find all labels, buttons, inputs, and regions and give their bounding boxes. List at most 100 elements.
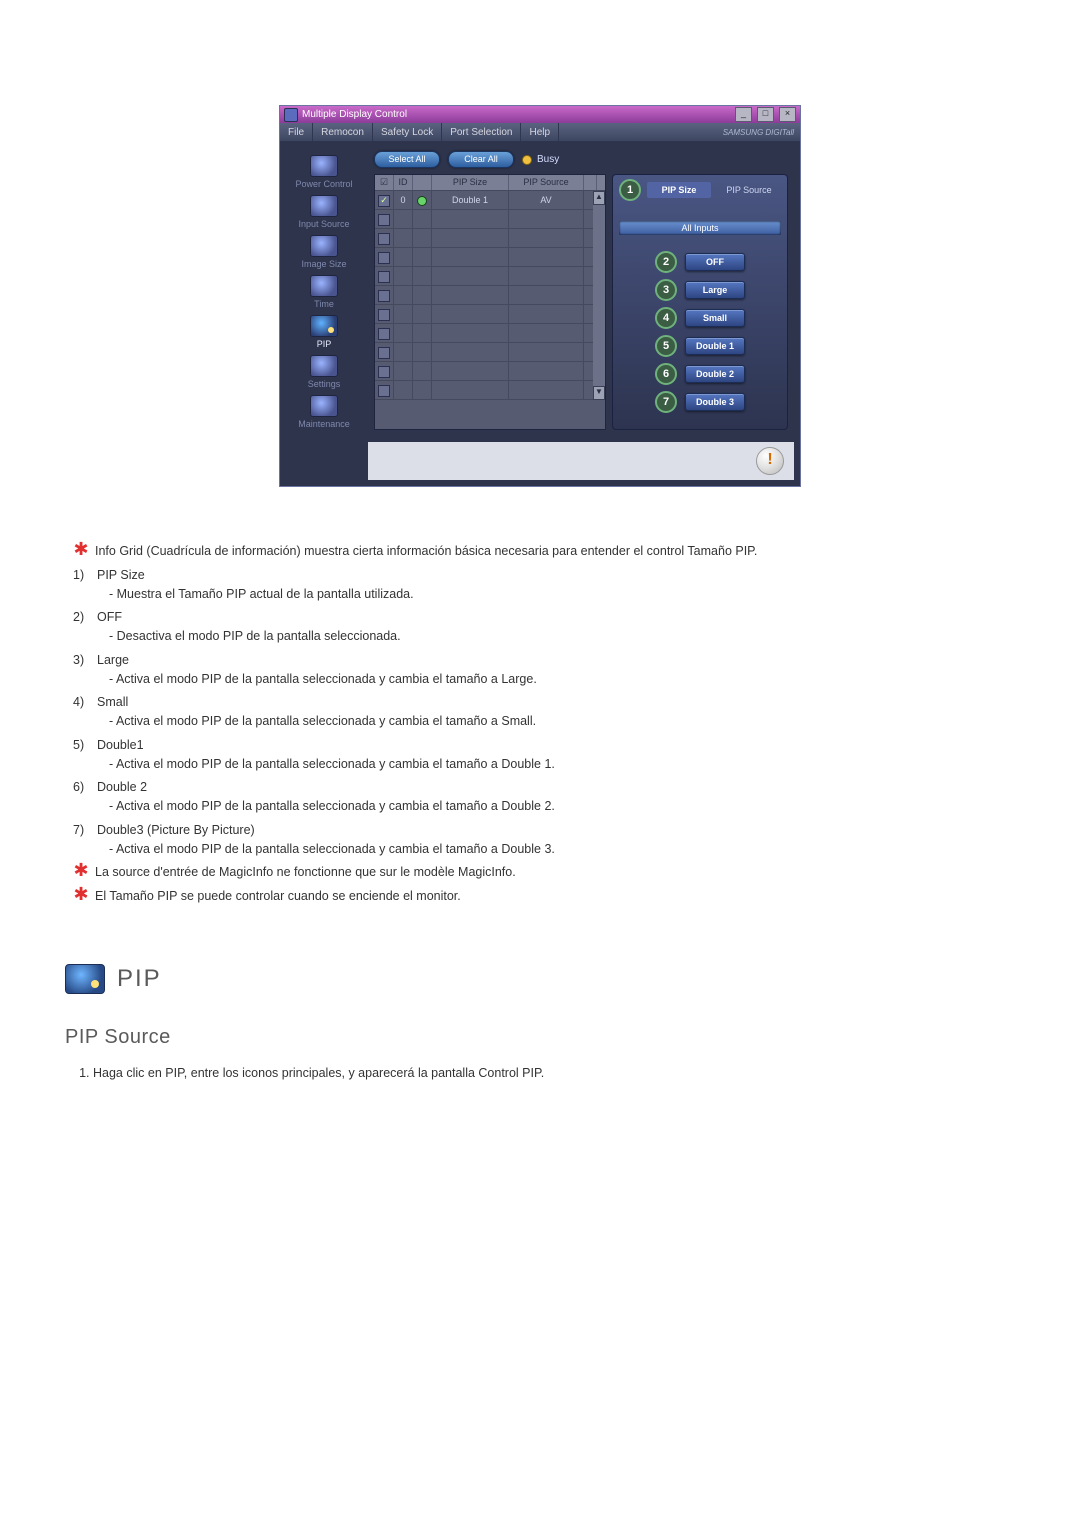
row-checkbox[interactable] <box>378 195 390 207</box>
sidebar-item-input-source[interactable]: Input Source <box>280 193 368 231</box>
table-row[interactable] <box>375 267 593 286</box>
row-checkbox-cell[interactable] <box>375 324 394 342</box>
row-checkbox[interactable] <box>378 385 390 397</box>
col-header-pip-source[interactable]: PIP Source <box>509 175 584 190</box>
window-maximize-button[interactable]: □ <box>757 107 774 122</box>
row-pip-size <box>432 229 509 247</box>
row-checkbox[interactable] <box>378 214 390 226</box>
pip-size-option-button[interactable]: Double 2 <box>685 365 745 383</box>
sidebar-item-power-control[interactable]: Power Control <box>280 153 368 191</box>
table-row[interactable] <box>375 324 593 343</box>
table-row[interactable] <box>375 381 593 400</box>
menu-help[interactable]: Help <box>521 123 559 141</box>
pip-option-row: 3Large <box>619 279 781 301</box>
col-header-check[interactable]: ☑ <box>375 175 394 190</box>
table-row[interactable] <box>375 210 593 229</box>
tab-pip-size[interactable]: PIP Size <box>647 182 711 198</box>
menu-safety-lock[interactable]: Safety Lock <box>373 123 442 141</box>
row-checkbox[interactable] <box>378 347 390 359</box>
sidebar-item-label: PIP <box>280 339 368 349</box>
row-pip-size <box>432 362 509 380</box>
sidebar-item-pip[interactable]: PIP <box>280 313 368 351</box>
row-checkbox-cell[interactable] <box>375 191 394 209</box>
sidebar-item-maintenance[interactable]: Maintenance <box>280 393 368 431</box>
doc-item-marker: 1) <box>73 566 84 585</box>
pip-size-option-button[interactable]: Small <box>685 309 745 327</box>
row-checkbox-cell[interactable] <box>375 381 394 399</box>
row-checkbox[interactable] <box>378 290 390 302</box>
row-checkbox-cell[interactable] <box>375 267 394 285</box>
sidebar-item-time[interactable]: Time <box>280 273 368 311</box>
mdc-app-window: Multiple Display Control _ □ × File Remo… <box>279 105 801 487</box>
row-id <box>394 343 413 361</box>
row-status <box>413 191 432 209</box>
scroll-down-button[interactable]: ▼ <box>593 386 605 400</box>
row-checkbox-cell[interactable] <box>375 286 394 304</box>
table-row[interactable] <box>375 248 593 267</box>
sidebar-item-label: Input Source <box>280 219 368 229</box>
scroll-up-button[interactable]: ▲ <box>593 191 605 205</box>
select-all-button[interactable]: Select All <box>374 151 440 168</box>
row-status <box>413 210 432 228</box>
table-row[interactable] <box>375 229 593 248</box>
busy-indicator: Busy <box>522 154 559 165</box>
window-minimize-button[interactable]: _ <box>735 107 752 122</box>
pip-option-row: 5Double 1 <box>619 335 781 357</box>
clear-all-button[interactable]: Clear All <box>448 151 514 168</box>
row-checkbox-cell[interactable] <box>375 229 394 247</box>
sidebar-item-settings[interactable]: Settings <box>280 353 368 391</box>
grid-scrollbar[interactable]: ▲ ▼ <box>593 191 605 400</box>
row-checkbox[interactable] <box>378 366 390 378</box>
doc-item-sub: - Activa el modo PIP de la pantalla sele… <box>97 840 1015 859</box>
table-row[interactable]: 0Double 1AV <box>375 191 593 210</box>
input-icon <box>310 195 338 217</box>
toolbar: Select All Clear All Busy <box>368 147 794 168</box>
row-status <box>413 286 432 304</box>
window-titlebar[interactable]: Multiple Display Control _ □ × <box>280 106 800 123</box>
row-id <box>394 210 413 228</box>
footnote-1: ✱ La source d'entrée de MagicInfo ne fon… <box>65 863 1015 882</box>
col-header-id[interactable]: ID <box>394 175 413 190</box>
alert-icon[interactable]: ! <box>756 447 784 475</box>
scroll-track[interactable] <box>593 205 605 386</box>
row-checkbox[interactable] <box>378 252 390 264</box>
row-checkbox[interactable] <box>378 309 390 321</box>
menu-remocon[interactable]: Remocon <box>313 123 373 141</box>
table-row[interactable] <box>375 286 593 305</box>
info-grid: ☑ ID PIP Size PIP Source 0Double 1AV ▲ <box>374 174 606 430</box>
sidebar-item-image-size[interactable]: Image Size <box>280 233 368 271</box>
row-status <box>413 229 432 247</box>
pip-size-option-button[interactable]: Double 3 <box>685 393 745 411</box>
row-id <box>394 286 413 304</box>
row-status <box>413 267 432 285</box>
pip-size-option-button[interactable]: OFF <box>685 253 745 271</box>
tab-pip-source[interactable]: PIP Source <box>717 182 781 198</box>
row-checkbox[interactable] <box>378 328 390 340</box>
window-close-button[interactable]: × <box>779 107 796 122</box>
pip-control-panel: 1 PIP Size PIP Source All Inputs 2OFF3La… <box>612 174 788 430</box>
section-heading: PIP <box>117 961 162 997</box>
col-header-pip-size[interactable]: PIP Size <box>432 175 509 190</box>
sidebar-item-label: Time <box>280 299 368 309</box>
doc-item: 1)PIP Size- Muestra el Tamaño PIP actual… <box>65 566 1015 604</box>
row-checkbox-cell[interactable] <box>375 343 394 361</box>
row-checkbox-cell[interactable] <box>375 305 394 323</box>
row-checkbox[interactable] <box>378 271 390 283</box>
instruction-list: Haga clic en PIP, entre los iconos princ… <box>65 1064 1015 1083</box>
row-checkbox[interactable] <box>378 233 390 245</box>
pip-size-option-button[interactable]: Double 1 <box>685 337 745 355</box>
row-checkbox-cell[interactable] <box>375 210 394 228</box>
row-checkbox-cell[interactable] <box>375 248 394 266</box>
star-icon: ✱ <box>73 863 89 877</box>
table-row[interactable] <box>375 362 593 381</box>
brand-label: SAMSUNG DIGITall <box>717 128 800 137</box>
table-row[interactable] <box>375 305 593 324</box>
pip-size-option-button[interactable]: Large <box>685 281 745 299</box>
row-checkbox-cell[interactable] <box>375 362 394 380</box>
col-header-status[interactable] <box>413 175 432 190</box>
menu-port-selection[interactable]: Port Selection <box>442 123 521 141</box>
table-row[interactable] <box>375 343 593 362</box>
doc-item-title: Double3 (Picture By Picture) <box>97 823 255 837</box>
menu-file[interactable]: File <box>280 123 313 141</box>
footnote-2: ✱ El Tamaño PIP se puede controlar cuand… <box>65 887 1015 906</box>
